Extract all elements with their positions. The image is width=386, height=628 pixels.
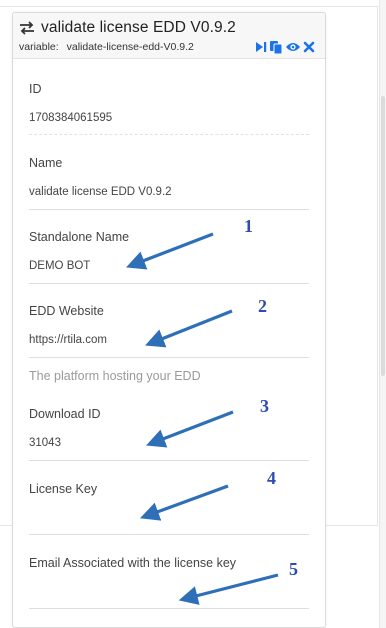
annotation-number-2: 2 — [258, 296, 267, 316]
variable-row: variable: validate-license-edd-V0.9.2 — [19, 41, 194, 53]
standalone-name-input[interactable]: DEMO BOT — [29, 260, 90, 272]
annotation-number-3: 3 — [260, 396, 269, 416]
field-underline — [29, 134, 309, 135]
field-label: Email Associated with the license key — [29, 556, 237, 570]
panel-title: validate license EDD V0.9.2 — [41, 19, 236, 36]
panel-toolbar — [255, 40, 315, 54]
variable-value: validate-license-edd-V0.9.2 — [66, 41, 194, 53]
id-value[interactable]: 1708384061595 — [29, 112, 112, 124]
field-label: EDD Website — [29, 304, 104, 318]
annotation-number-5: 5 — [289, 559, 298, 579]
run-icon[interactable] — [255, 41, 267, 53]
title-row: validate license EDD V0.9.2 — [19, 18, 236, 38]
variable-label: variable: — [19, 41, 59, 53]
close-icon[interactable] — [303, 41, 315, 53]
edd-website-help: The platform hosting your EDD — [29, 369, 201, 383]
field-underline — [29, 357, 309, 358]
field-underline — [29, 460, 309, 461]
step-properties-panel: validate license EDD V0.9.2 variable: va… — [12, 12, 326, 628]
field-underline — [29, 283, 309, 284]
field-underline — [29, 608, 309, 609]
field-underline — [29, 209, 309, 210]
annotation-number-4: 4 — [267, 468, 276, 488]
stage: validate license EDD V0.9.2 variable: va… — [0, 0, 386, 628]
field-underline — [29, 534, 309, 535]
field-label: ID — [29, 82, 42, 96]
annotation-number-1: 1 — [244, 216, 253, 236]
field-label: License Key — [29, 482, 98, 496]
edd-website-input[interactable]: https://rtila.com — [29, 334, 107, 346]
field-label: Download ID — [29, 407, 101, 421]
scrollbar-thumb[interactable] — [381, 96, 385, 376]
download-id-input[interactable]: 31043 — [29, 437, 61, 449]
field-label: Name — [29, 156, 63, 170]
field-label: Standalone Name — [29, 230, 130, 244]
name-input[interactable]: validate license EDD V0.9.2 — [29, 186, 172, 198]
copy-icon[interactable] — [269, 40, 283, 54]
eye-icon[interactable] — [285, 41, 301, 53]
panel-header: validate license EDD V0.9.2 variable: va… — [13, 13, 325, 59]
swap-icon — [20, 21, 34, 35]
